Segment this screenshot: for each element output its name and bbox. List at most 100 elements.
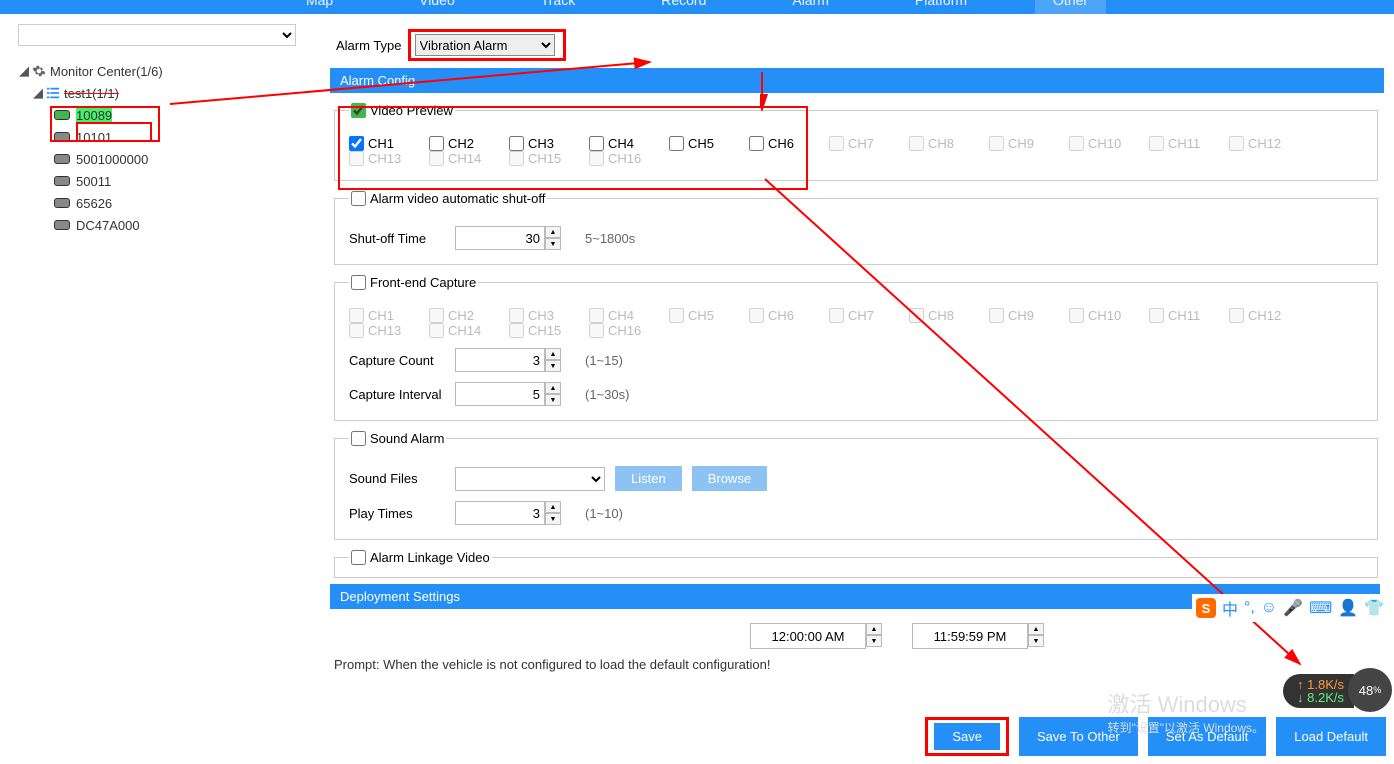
- auto-shutoff-checkbox[interactable]: [351, 191, 366, 206]
- channel-checkbox[interactable]: [669, 136, 684, 151]
- channel-ch10: CH10: [1069, 136, 1149, 151]
- vehicle-select[interactable]: [18, 24, 296, 46]
- tab-record[interactable]: Record: [643, 0, 724, 14]
- device-icon: [54, 198, 70, 208]
- spin-down[interactable]: ▼: [545, 360, 561, 372]
- channel-ch7: CH7: [829, 308, 909, 323]
- play-times-label: Play Times: [349, 506, 445, 521]
- save-button[interactable]: Save: [934, 723, 1000, 750]
- ime-mic-icon[interactable]: 🎤: [1283, 598, 1303, 618]
- sogou-icon[interactable]: S: [1196, 598, 1216, 618]
- channel-checkbox[interactable]: [429, 136, 444, 151]
- tab-other[interactable]: Other: [1035, 0, 1106, 14]
- channel-ch3: CH3: [509, 308, 589, 323]
- shutoff-time-input[interactable]: [455, 226, 545, 250]
- device-10089[interactable]: 10089: [76, 108, 112, 123]
- fieldset-sound-alarm: Sound Alarm Sound Files Listen Browse Pl…: [334, 431, 1378, 540]
- ime-lang[interactable]: 中: [1222, 596, 1238, 620]
- caret-icon[interactable]: ◢: [32, 85, 44, 101]
- spin-up[interactable]: ▲: [545, 501, 561, 513]
- channel-checkbox[interactable]: [509, 136, 524, 151]
- linkage-video-checkbox[interactable]: [351, 550, 366, 565]
- listen-button[interactable]: Listen: [615, 466, 682, 491]
- sound-alarm-checkbox[interactable]: [351, 431, 366, 446]
- channel-checkbox[interactable]: [589, 136, 604, 151]
- video-preview-checkbox[interactable]: [351, 103, 366, 118]
- spin-down[interactable]: ▼: [545, 513, 561, 525]
- spin-down[interactable]: ▼: [545, 238, 561, 250]
- channel-checkbox: [1069, 136, 1084, 151]
- device-item[interactable]: 5001000000: [76, 152, 148, 167]
- sound-files-select[interactable]: [455, 467, 605, 491]
- channel-ch5[interactable]: CH5: [669, 136, 749, 151]
- channel-checkbox: [749, 308, 764, 323]
- tab-platform[interactable]: Platform: [897, 0, 985, 14]
- spin-down[interactable]: ▼: [866, 635, 882, 647]
- channel-ch12: CH12: [1229, 308, 1309, 323]
- channel-ch8: CH8: [909, 308, 989, 323]
- spin-down[interactable]: ▼: [1028, 635, 1044, 647]
- channel-checkbox: [429, 308, 444, 323]
- tree-root-label[interactable]: Monitor Center(1/6): [50, 64, 163, 79]
- spin-up[interactable]: ▲: [866, 623, 882, 635]
- channel-checkbox: [349, 323, 364, 338]
- channel-checkbox[interactable]: [349, 136, 364, 151]
- spin-up[interactable]: ▲: [545, 382, 561, 394]
- channel-ch4[interactable]: CH4: [589, 136, 669, 151]
- spin-up[interactable]: ▲: [545, 348, 561, 360]
- list-icon: [46, 86, 60, 100]
- net-percent-widget[interactable]: 48%: [1348, 668, 1392, 712]
- channel-ch14: CH14: [429, 151, 509, 166]
- spin-up[interactable]: ▲: [1028, 623, 1044, 635]
- channel-checkbox: [429, 323, 444, 338]
- capture-count-input[interactable]: [455, 348, 545, 372]
- sidebar: ◢ Monitor Center(1/6) ◢ test1(1/1) 10089…: [0, 14, 330, 764]
- tab-track[interactable]: Track: [523, 0, 593, 14]
- spin-down[interactable]: ▼: [545, 394, 561, 406]
- device-item[interactable]: DC47A000: [76, 218, 140, 233]
- tab-alarm[interactable]: Alarm: [774, 0, 847, 14]
- save-to-other-button[interactable]: Save To Other: [1019, 717, 1138, 756]
- ime-toolbar[interactable]: S 中 °, ☺ 🎤 ⌨ 👤 👕: [1192, 594, 1388, 622]
- ime-skin-icon[interactable]: 👕: [1364, 598, 1384, 618]
- device-item[interactable]: 65626: [76, 196, 112, 211]
- play-times-input[interactable]: [455, 501, 545, 525]
- tree-group-label[interactable]: test1(1/1): [64, 86, 119, 101]
- device-tree: ◢ Monitor Center(1/6) ◢ test1(1/1) 10089…: [18, 60, 330, 236]
- channel-ch6[interactable]: CH6: [749, 136, 829, 151]
- net-speed-widget[interactable]: ↑ 1.8K/s ↓ 8.2K/s: [1283, 674, 1354, 708]
- alarm-type-select[interactable]: Vibration Alarm: [415, 34, 555, 56]
- deploy-from-input[interactable]: [750, 623, 866, 649]
- channel-ch2[interactable]: CH2: [429, 136, 509, 151]
- device-item[interactable]: 50011: [76, 174, 111, 189]
- deploy-to-input[interactable]: [912, 623, 1028, 649]
- ime-punc[interactable]: °,: [1244, 599, 1255, 617]
- channel-checkbox: [909, 136, 924, 151]
- ime-emoji-icon[interactable]: ☺: [1261, 599, 1277, 617]
- auto-shutoff-legend: Alarm video automatic shut-off: [370, 191, 545, 206]
- ime-keyboard-icon[interactable]: ⌨: [1309, 598, 1332, 618]
- channel-ch14: CH14: [429, 323, 509, 338]
- config-scroll[interactable]: Video Preview CH1CH2CH3CH4CH5CH6CH7CH8CH…: [330, 93, 1386, 653]
- tab-map[interactable]: Map: [288, 0, 351, 14]
- channel-checkbox: [589, 323, 604, 338]
- channel-checkbox: [509, 308, 524, 323]
- footer-buttons: Save Save To Other Set As Default Load D…: [925, 711, 1386, 764]
- channel-ch3[interactable]: CH3: [509, 136, 589, 151]
- device-icon: [54, 132, 70, 142]
- browse-button[interactable]: Browse: [692, 466, 767, 491]
- channel-checkbox: [349, 151, 364, 166]
- tab-video[interactable]: Video: [401, 0, 473, 14]
- fieldset-video-preview: Video Preview CH1CH2CH3CH4CH5CH6CH7CH8CH…: [334, 103, 1378, 181]
- set-as-default-button[interactable]: Set As Default: [1148, 717, 1266, 756]
- channel-ch1[interactable]: CH1: [349, 136, 429, 151]
- channel-checkbox[interactable]: [749, 136, 764, 151]
- front-capture-checkbox[interactable]: [351, 275, 366, 290]
- capture-interval-input[interactable]: [455, 382, 545, 406]
- ime-user-icon[interactable]: 👤: [1338, 598, 1358, 618]
- section-alarm-config: Alarm Config: [330, 68, 1384, 93]
- device-item[interactable]: 10101: [76, 130, 112, 145]
- spin-up[interactable]: ▲: [545, 226, 561, 238]
- caret-icon[interactable]: ◢: [18, 63, 30, 79]
- load-default-button[interactable]: Load Default: [1276, 717, 1386, 756]
